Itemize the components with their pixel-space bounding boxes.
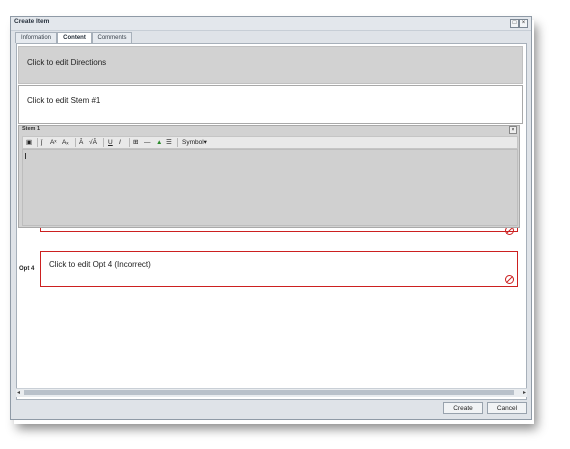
maximize-icon[interactable]: □ (510, 19, 519, 28)
stem-editor: Stem 1 × ▣ ǰ Aˣ Aₓ Ā √Ā U I ⊞ — ▲ ☰ Symb… (18, 125, 520, 228)
symbol-dropdown[interactable]: Symbol▾ (182, 138, 207, 147)
format-icon[interactable]: ǰ (41, 138, 42, 147)
italic-button[interactable]: I (119, 138, 121, 147)
editor-text-area[interactable] (22, 149, 518, 226)
subscript-button[interactable]: Aₓ (62, 138, 68, 147)
create-button[interactable]: Create (443, 402, 483, 414)
option-4-label: Opt 4 (19, 266, 35, 272)
cancel-button[interactable]: Cancel (487, 402, 527, 414)
image-icon[interactable]: ▣ (26, 138, 32, 147)
tab-information[interactable]: Information (15, 32, 57, 43)
toolbar-separator (37, 138, 38, 147)
text-caret (25, 153, 26, 159)
stem-text: Click to edit Stem #1 (27, 96, 101, 105)
toolbar-separator (75, 138, 76, 147)
directions-text: Click to edit Directions (27, 58, 107, 67)
toolbar-separator (103, 138, 104, 147)
horizontal-scrollbar[interactable]: ◂ ▸ (16, 388, 527, 397)
directions-field[interactable]: Click to edit Directions (18, 46, 523, 84)
dialog-titlebar: Create Item □ × (11, 17, 531, 31)
dialog-title: Create Item (14, 18, 50, 25)
content-panel: Click to edit Directions Click to edit S… (16, 43, 527, 400)
editor-toolbar: ▣ ǰ Aˣ Aₓ Ā √Ā U I ⊞ — ▲ ☰ Symbol▾ (22, 136, 518, 149)
editor-title: Stem 1 (22, 126, 41, 132)
root-icon[interactable]: √Ā (89, 138, 97, 147)
no-entry-icon (505, 275, 514, 284)
stem-field[interactable]: Click to edit Stem #1 (18, 85, 523, 124)
toolbar-separator (129, 138, 130, 147)
scroll-right-icon[interactable]: ▸ (523, 389, 526, 397)
overline-icon[interactable]: Ā (79, 138, 83, 147)
option-4-text: Click to edit Opt 4 (Incorrect) (49, 260, 151, 269)
underline-button[interactable]: U (108, 138, 113, 147)
insert-image-icon[interactable]: ▲ (156, 138, 162, 147)
scroll-left-icon[interactable]: ◂ (17, 389, 20, 397)
table-icon[interactable]: ⊞ (133, 138, 138, 147)
scrollbar-thumb[interactable] (24, 390, 514, 395)
superscript-button[interactable]: Aˣ (50, 138, 56, 147)
horizontal-rule-icon[interactable]: — (144, 138, 151, 147)
editor-header: Stem 1 × (19, 126, 519, 134)
editor-close-icon[interactable]: × (509, 126, 517, 134)
list-icon[interactable]: ☰ (166, 138, 172, 147)
tab-comments[interactable]: Comments (92, 32, 132, 43)
close-icon[interactable]: × (519, 19, 528, 28)
toolbar-separator (177, 138, 178, 147)
option-4-field[interactable]: Click to edit Opt 4 (Incorrect) (40, 251, 518, 287)
create-item-dialog: Create Item □ × Information Content Comm… (10, 16, 532, 420)
